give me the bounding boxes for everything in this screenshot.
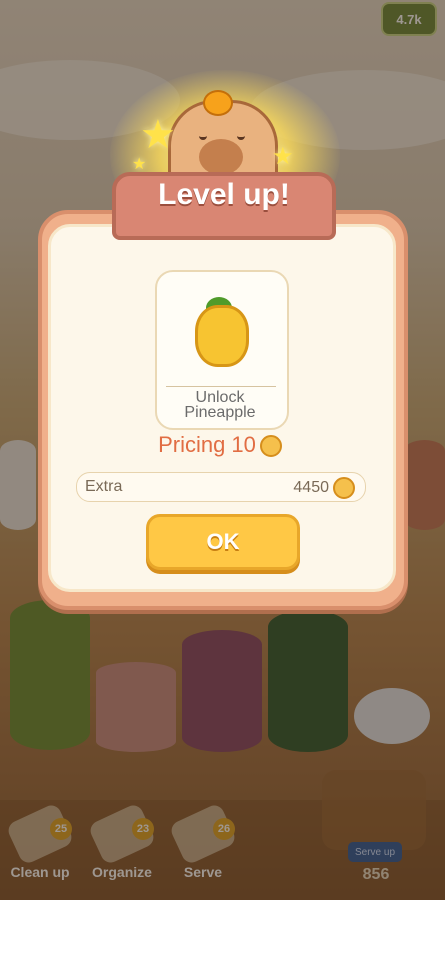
orange-icon [203, 90, 233, 116]
unlock-line: Unlock [195, 389, 245, 406]
unlock-text: Unlock Pineapple [155, 389, 285, 421]
extra-value-wrap: 4450 [293, 477, 355, 499]
pricing: Pricing 10 [140, 432, 300, 458]
extra-row: Extra 4450 [76, 472, 366, 502]
ok-button[interactable]: OK [146, 514, 300, 570]
star-icon: ★ [140, 113, 176, 157]
pineapple-icon [195, 305, 249, 367]
coin-icon [333, 477, 355, 499]
dialog-title: Level up! [158, 178, 290, 211]
star-icon: ★ [132, 156, 147, 173]
unlock-item-name: Pineapple [184, 404, 256, 421]
right-eye [237, 133, 245, 140]
extra-value: 4450 [293, 479, 329, 497]
star-icon: ★ [272, 143, 294, 170]
left-eye [199, 133, 207, 140]
pricing-label: Pricing 10 [158, 432, 256, 457]
divider [166, 386, 276, 387]
snout [199, 139, 243, 175]
extra-label: Extra [85, 478, 123, 495]
coin-icon [259, 435, 282, 458]
